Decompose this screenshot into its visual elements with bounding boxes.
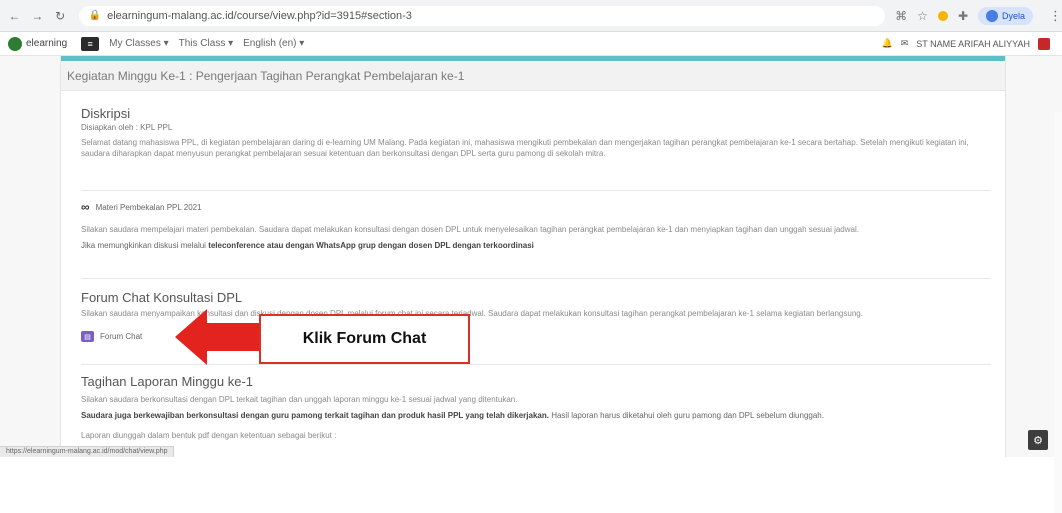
site-logo-icon[interactable] [8,36,22,51]
profile-button[interactable]: Dyela [978,6,1034,25]
deskripsi-section: Diskripsi Disiapkan oleh : KPL PPL Selam… [81,106,991,159]
message-icon[interactable]: ✉ [901,38,909,49]
forward-icon[interactable]: → [29,7,46,25]
red-arrow-icon [175,309,261,365]
materi-section: ∞ Materi Pembekalan PPL 2021 Silakan sau… [81,200,991,250]
section-header: Kegiatan Minggu Ke-1 : Pengerjaan Tagiha… [61,61,1005,91]
menu-language[interactable]: English (en) ▾ [243,38,304,49]
callout-label: Klik Forum Chat [302,330,427,347]
profile-name: Dyela [1002,10,1026,21]
laporan-bold-tail: Hasil laporan harus diketahui oleh guru … [551,411,824,420]
notification-bell-icon[interactable]: 🔔 [882,38,893,49]
settings-gear-icon[interactable]: ⚙ [1028,430,1048,450]
deskripsi-title: Diskripsi [81,106,131,121]
deskripsi-text: Selamat datang mahasiswa PPL, di kegiata… [81,138,969,158]
reload-icon[interactable]: ↻ [52,7,69,25]
menu-this-class[interactable]: This Class ▾ [179,38,233,49]
materi-link[interactable]: ∞ Materi Pembekalan PPL 2021 [81,200,991,214]
course-section-card: Kegiatan Minggu Ke-1 : Pengerjaan Tagiha… [60,56,1006,457]
status-bar-url: https://elearningum-malang.ac.id/mod/cha… [0,446,175,457]
puzzle-icon[interactable]: ✚ [958,9,968,23]
deskripsi-subtitle: Disiapkan oleh : KPL PPL [81,123,173,132]
url-text: elearningum-malang.ac.id/course/view.php… [107,9,412,22]
kebab-menu-icon[interactable]: ⋮ [1049,8,1062,24]
star-icon[interactable]: ☆ [917,9,928,23]
forum-title: Forum Chat Konsultasi DPL [81,290,243,305]
translate-icon[interactable]: ⌘ [895,9,907,23]
menu-my-classes[interactable]: My Classes ▾ [109,38,168,49]
link-icon: ∞ [81,200,90,214]
callout-box: Klik Forum Chat [259,314,470,364]
materi-note: Jika memungkinkan diskusi melalui teleco… [81,241,991,250]
materi-link-label[interactable]: Materi Pembekalan PPL 2021 [96,203,202,212]
user-avatar [1038,37,1050,50]
laporan-title: Tagihan Laporan Minggu ke-1 [81,374,254,389]
address-bar[interactable]: 🔒 elearningum-malang.ac.id/course/view.p… [78,5,886,26]
moodle-navbar: elearning ≡ My Classes ▾ This Class ▾ En… [0,32,1062,56]
section-header-title: Kegiatan Minggu Ke-1 : Pengerjaan Tagiha… [67,68,465,83]
browser-toolbar: ← → ↻ 🔒 elearningum-malang.ac.id/course/… [0,0,1062,32]
divider [81,278,991,279]
avatar [986,9,998,22]
hamburger-icon[interactable]: ≡ [81,36,100,51]
scrollbar[interactable] [1054,112,1062,513]
site-name[interactable]: elearning [26,38,67,49]
materi-text: Silakan saudara mempelajari materi pembe… [81,225,859,234]
extension-icon[interactable] [937,10,948,21]
chat-icon: ▤ [81,331,94,342]
forum-chat-label[interactable]: Forum Chat [100,332,142,341]
divider [81,190,991,191]
laporan-bold: Saudara juga berkewajiban berkonsultasi … [81,411,549,420]
user-menu[interactable]: 🔔 ✉ ST NAME ARIFAH ALIYYAH [882,37,1050,50]
laporan-text: Silakan saudara berkonsultasi dengan DPL… [81,395,518,404]
page-area: Kegiatan Minggu Ke-1 : Pengerjaan Tagiha… [0,56,1062,513]
lock-icon: 🔒 [88,10,102,21]
back-icon[interactable]: ← [6,7,23,25]
laporan-bold-line: Saudara juga berkewajiban berkonsultasi … [81,411,991,420]
extension-area: ⌘ ☆ ✚ Dyela ⋮ [895,6,1062,25]
materi-note-bold: teleconference atau dengan WhatsApp grup… [208,241,534,250]
laporan-section: Tagihan Laporan Minggu ke-1 Silakan saud… [81,374,991,441]
user-name: ST NAME ARIFAH ALIYYAH [916,38,1030,49]
materi-note-prefix: Jika memungkinkan diskusi melalui [81,241,206,250]
laporan-last: Laporan diunggah dalam bentuk pdf dengan… [81,431,337,440]
